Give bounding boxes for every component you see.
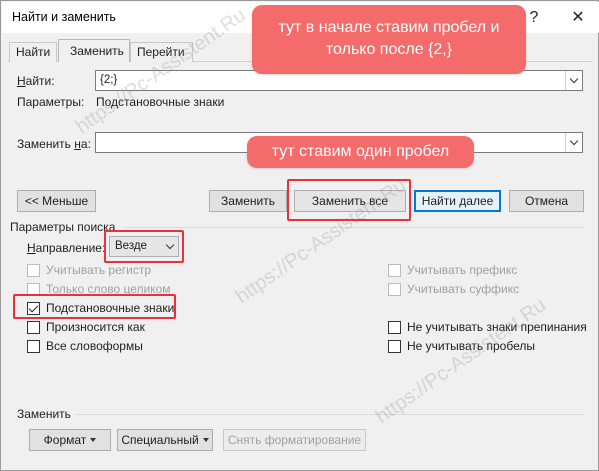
ignore-whitespace-label: Не учитывать пробелы	[407, 339, 535, 353]
tab-replace[interactable]: Заменить	[58, 39, 130, 62]
checkbox-box	[27, 320, 40, 334]
highlight-direction	[104, 230, 184, 263]
close-icon[interactable]: ✕	[566, 7, 590, 29]
match-suffix-checkbox[interactable]: Учитывать суффикс	[388, 282, 519, 296]
all-word-forms-label: Все словоформы	[46, 339, 143, 353]
find-dropdown-arrow[interactable]	[565, 71, 582, 90]
find-next-button[interactable]: Найти далее	[414, 190, 501, 212]
ignore-whitespace-checkbox[interactable]: Не учитывать пробелы	[388, 339, 535, 353]
annotation-callout-middle: тут ставим один пробел	[247, 136, 474, 168]
find-input-value: {2;}	[100, 74, 118, 86]
ignore-punctuation-checkbox[interactable]: Не учитывать знаки препинания	[388, 320, 587, 334]
find-label: Найти:	[17, 74, 55, 88]
checkbox-box	[388, 282, 401, 296]
chevron-down-icon	[569, 136, 579, 146]
annotation-callout-top: тут в начале ставим пробел и только посл…	[252, 5, 526, 74]
match-suffix-label: Учитывать суффикс	[407, 282, 520, 296]
special-button[interactable]: Специальный	[117, 429, 213, 451]
checkbox-box	[27, 339, 40, 353]
less-button[interactable]: << Меньше	[17, 190, 96, 212]
caret-down-icon	[202, 438, 209, 442]
tab-goto[interactable]: Перейти	[130, 42, 193, 62]
caret-down-icon	[90, 438, 97, 442]
search-options-title: Параметры поиска	[10, 220, 116, 234]
sounds-like-checkbox[interactable]: Произносится как	[27, 320, 145, 334]
chevron-down-icon	[569, 74, 579, 84]
match-case-checkbox[interactable]: Учитывать регистр	[27, 263, 151, 277]
checkbox-box	[388, 339, 401, 353]
clear-formatting-button[interactable]: Снять форматирование	[223, 429, 366, 451]
match-prefix-label: Учитывать префикс	[407, 263, 518, 277]
replace-label: Заменить на:	[17, 137, 91, 151]
replace-section-title: Заменить	[17, 407, 71, 421]
match-case-label: Учитывать регистр	[46, 263, 152, 277]
ignore-punctuation-label: Не учитывать знаки препинания	[407, 320, 587, 334]
match-prefix-checkbox[interactable]: Учитывать префикс	[388, 263, 517, 277]
replace-dropdown-arrow[interactable]	[565, 133, 582, 152]
replace-button[interactable]: Заменить	[209, 190, 287, 212]
search-options-divider	[125, 227, 585, 228]
tab-find[interactable]: Найти	[9, 42, 57, 62]
checkbox-box	[388, 263, 401, 277]
replace-section-divider	[75, 414, 585, 415]
direction-label: Направление:	[27, 241, 106, 255]
window-title: Найти и заменить	[12, 10, 116, 24]
sounds-like-label: Произносится как	[46, 320, 145, 334]
cancel-button[interactable]: Отмена	[509, 190, 584, 212]
format-button-label: Формат	[43, 433, 87, 447]
find-options-label: Параметры:	[17, 95, 85, 109]
find-options-value: Подстановочные знаки	[96, 95, 225, 109]
highlight-wildcards	[13, 294, 176, 319]
special-button-label: Специальный	[121, 433, 199, 447]
format-button[interactable]: Формат	[29, 429, 111, 451]
all-word-forms-checkbox[interactable]: Все словоформы	[27, 339, 143, 353]
checkbox-box	[27, 263, 40, 277]
highlight-replace-all	[287, 179, 411, 221]
checkbox-box	[388, 320, 401, 334]
